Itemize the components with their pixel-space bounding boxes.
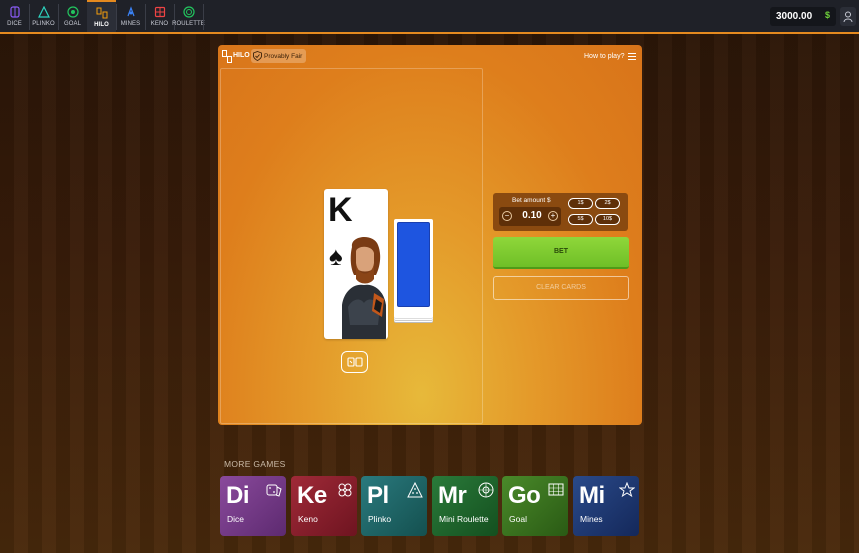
tile-name: Keno <box>298 514 318 524</box>
tile-abbr: Mr <box>438 482 467 509</box>
tile-name: Mines <box>580 514 603 524</box>
game-tile-dice[interactable]: Di Dice <box>220 476 286 536</box>
bet-button[interactable]: BET <box>493 237 629 269</box>
hilo-logo-icon <box>222 50 232 63</box>
bet-amount-field[interactable]: − 0.10 + <box>499 207 561 226</box>
nav-label-mines: MINES <box>120 20 141 27</box>
nav-label-keno: KENO <box>150 20 169 27</box>
nav-item-goal[interactable]: GOAL <box>58 0 87 32</box>
dice-icon <box>266 484 282 497</box>
user-avatar-button[interactable] <box>840 7 856 26</box>
balance-display[interactable]: 3000.00 $ <box>770 7 836 26</box>
game-tile-mines[interactable]: Mi Mines <box>573 476 639 536</box>
tile-abbr: Go <box>508 482 541 509</box>
game-tile-mini-roulette[interactable]: Mr Mini Roulette <box>432 476 498 536</box>
tile-name: Mini Roulette <box>439 514 489 524</box>
history-button[interactable] <box>341 351 368 373</box>
tile-name: Goal <box>509 514 527 524</box>
more-games-title: MORE GAMES <box>224 459 286 469</box>
game-title: HILO <box>233 52 250 59</box>
nav-label-roulette: ROULETTE <box>172 20 205 27</box>
goal-icon <box>66 5 79 18</box>
hamburger-menu-icon[interactable] <box>628 53 636 61</box>
hilo-game-panel: HILO Provably Fair How to play? K ♠ Bet … <box>218 45 642 425</box>
card-deck <box>394 219 433 318</box>
hilo-icon <box>96 7 107 18</box>
card-rank: K <box>328 191 353 229</box>
goal-icon <box>548 483 564 496</box>
provably-fair-label: Provably Fair <box>264 52 303 60</box>
current-card: K ♠ <box>324 189 388 339</box>
nav-item-hilo[interactable]: HILO <box>87 0 116 32</box>
dice-icon <box>9 5 20 18</box>
quick-bet-1-button[interactable]: 1$ <box>568 198 593 209</box>
top-nav: DICE PLINKO GOAL HILO MINES KENO ROULETT… <box>0 0 859 34</box>
shield-check-icon <box>253 51 262 61</box>
increase-bet-button[interactable]: + <box>548 211 558 221</box>
bet-amount-label: Bet amount $ <box>512 197 551 204</box>
card-back <box>397 222 430 307</box>
card-play-area: K ♠ <box>220 68 483 424</box>
keno-icon <box>338 483 352 497</box>
balance-value: 3000.00 <box>776 11 813 22</box>
tile-abbr: Mi <box>579 482 605 509</box>
nav-label-hilo: HILO <box>94 21 109 28</box>
nav-item-dice[interactable]: DICE <box>0 0 29 32</box>
decrease-bet-button[interactable]: − <box>502 211 512 221</box>
tile-abbr: Ke <box>297 482 327 509</box>
mines-icon <box>126 5 135 16</box>
plinko-icon <box>37 5 50 18</box>
provably-fair-button[interactable]: Provably Fair <box>251 49 307 63</box>
bet-amount-box: Bet amount $ − 0.10 + 1$ 2$ 5$ 10$ <box>493 193 628 231</box>
currency-symbol: $ <box>824 10 830 20</box>
mines-icon <box>619 482 635 498</box>
bet-amount-value: 0.10 <box>522 210 542 221</box>
nav-label-plinko: PLINKO <box>32 20 55 27</box>
clear-cards-button[interactable]: CLEAR CARDS <box>493 276 629 300</box>
game-tile-keno[interactable]: Ke Keno <box>291 476 357 536</box>
tile-name: Plinko <box>368 514 392 524</box>
cards-history-icon <box>346 357 363 367</box>
king-portrait-art <box>342 236 386 339</box>
tile-abbr: Di <box>226 482 250 509</box>
nav-divider <box>203 4 204 30</box>
tile-abbr: Pl <box>367 482 389 509</box>
nav-item-plinko[interactable]: PLINKO <box>29 0 58 32</box>
roulette-icon <box>182 5 195 18</box>
nav-label-dice: DICE <box>7 20 22 27</box>
game-header: HILO Provably Fair How to play? <box>218 45 642 68</box>
nav-item-keno[interactable]: KENO <box>145 0 174 32</box>
quick-bet-10-button[interactable]: 10$ <box>595 214 620 225</box>
nav-label-goal: GOAL <box>63 20 82 27</box>
keno-icon <box>154 6 165 17</box>
nav-item-mines[interactable]: MINES <box>116 0 145 32</box>
quick-bet-2-button[interactable]: 2$ <box>595 198 620 209</box>
nav-item-roulette[interactable]: ROULETTE <box>172 0 205 32</box>
tile-name: Dice <box>227 514 245 524</box>
quick-bet-5-button[interactable]: 5$ <box>568 214 593 225</box>
plinko-icon <box>407 482 423 498</box>
game-tile-goal[interactable]: Go Goal <box>502 476 568 536</box>
roulette-icon <box>478 482 494 498</box>
how-to-play-link[interactable]: How to play? <box>584 53 624 60</box>
game-tile-plinko[interactable]: Pl Plinko <box>361 476 427 536</box>
user-icon <box>843 11 853 22</box>
